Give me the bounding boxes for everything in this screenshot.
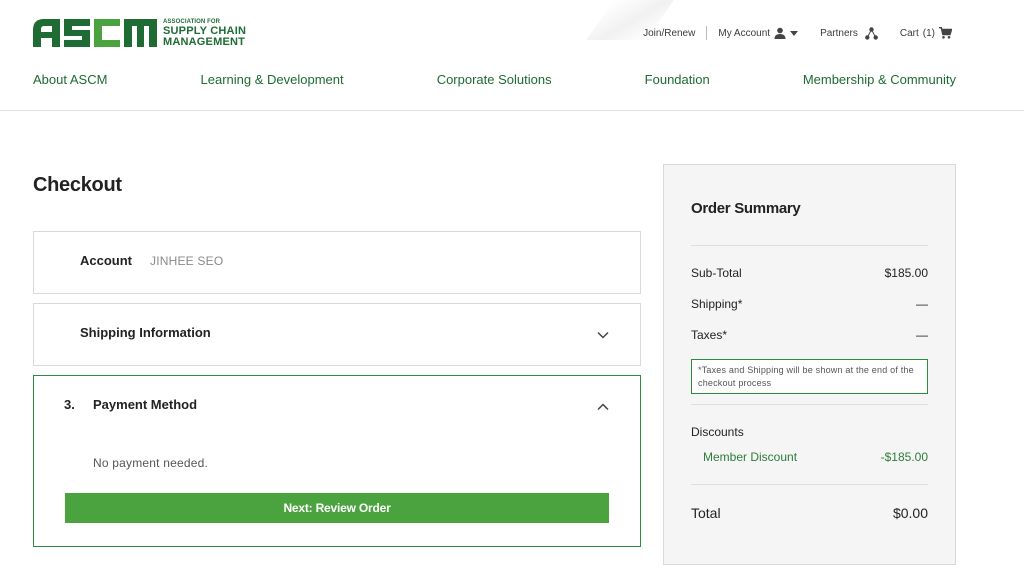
caret-down-icon: [790, 30, 799, 36]
member-discount-value: -$185.00: [880, 450, 928, 464]
account-value: JINHEE SEO: [150, 254, 224, 268]
utility-nav: Join/Renew My Account Partners Cart (1): [643, 26, 952, 40]
ascm-logo[interactable]: ASSOCIATION FOR SUPPLY CHAIN MANAGEMENT: [32, 18, 246, 48]
next-review-order-button[interactable]: Next: Review Order: [65, 493, 609, 523]
payment-step-number: 3.: [64, 397, 75, 412]
cart-label: Cart: [899, 27, 919, 39]
account-label: Account: [80, 253, 132, 268]
taxes-label: Taxes*: [691, 328, 728, 342]
shipping-label: Shipping Information: [80, 325, 211, 340]
shipping-panel[interactable]: Shipping Information: [33, 303, 641, 366]
taxes-shipping-note: *Taxes and Shipping will be shown at the…: [691, 359, 928, 394]
taxes-value: —: [916, 328, 928, 342]
divider: [691, 404, 928, 405]
nav-foundation[interactable]: Foundation: [645, 72, 710, 87]
payment-panel: 3. Payment Method No payment needed. Nex…: [33, 375, 641, 547]
subtotal-value: $185.00: [884, 266, 928, 280]
cart-link[interactable]: Cart (1): [900, 27, 952, 39]
logo-wordmark: ASSOCIATION FOR SUPPLY CHAIN MANAGEMENT: [163, 18, 246, 48]
ascm-logo-mark: [32, 18, 158, 48]
divider: [691, 245, 928, 246]
payment-label: Payment Method: [93, 397, 198, 412]
main-nav: About ASCM Learning & Development Corpor…: [33, 72, 956, 87]
order-summary-title: Order Summary: [691, 200, 801, 217]
shipping-cost-value: —: [916, 297, 928, 311]
payment-message: No payment needed.: [93, 456, 209, 470]
my-account-menu[interactable]: My Account: [718, 27, 799, 39]
subtotal-row: Sub-Total $185.00: [691, 266, 928, 280]
subtotal-label: Sub-Total: [691, 266, 742, 280]
total-row: Total $0.00: [691, 505, 928, 521]
network-icon: [864, 26, 878, 40]
order-summary: Order Summary Sub-Total $185.00 Shipping…: [663, 164, 956, 565]
chevron-up-icon[interactable]: [596, 400, 610, 414]
chevron-down-icon[interactable]: [596, 328, 610, 342]
user-icon: [774, 27, 786, 39]
shipping-row: Shipping* —: [691, 297, 928, 311]
member-discount-label: Member Discount: [703, 450, 798, 464]
discounts-label: Discounts: [691, 425, 744, 439]
nav-membership-community[interactable]: Membership & Community: [803, 72, 956, 87]
nav-about-ascm[interactable]: About ASCM: [33, 72, 107, 87]
member-discount-row: Member Discount -$185.00: [703, 450, 928, 464]
total-value: $0.00: [892, 505, 928, 521]
account-panel: Account JINHEE SEO: [33, 231, 641, 294]
nav-corporate-solutions[interactable]: Corporate Solutions: [437, 72, 552, 87]
utility-divider: [706, 26, 708, 40]
my-account-label: My Account: [718, 27, 771, 39]
cart-count: (1): [922, 27, 935, 39]
divider: [691, 484, 928, 485]
join-renew-link[interactable]: Join/Renew: [643, 28, 695, 39]
site-header: ASSOCIATION FOR SUPPLY CHAIN MANAGEMENT …: [0, 0, 1024, 111]
nav-learning-development[interactable]: Learning & Development: [201, 72, 344, 87]
taxes-row: Taxes* —: [691, 328, 928, 342]
cart-icon: [939, 27, 952, 39]
total-label: Total: [691, 505, 721, 521]
shipping-cost-label: Shipping*: [691, 297, 743, 311]
logo-line2: MANAGEMENT: [163, 36, 246, 48]
page-title: Checkout: [33, 174, 122, 196]
partners-label: Partners: [820, 27, 858, 39]
partners-link[interactable]: Partners: [820, 26, 878, 40]
